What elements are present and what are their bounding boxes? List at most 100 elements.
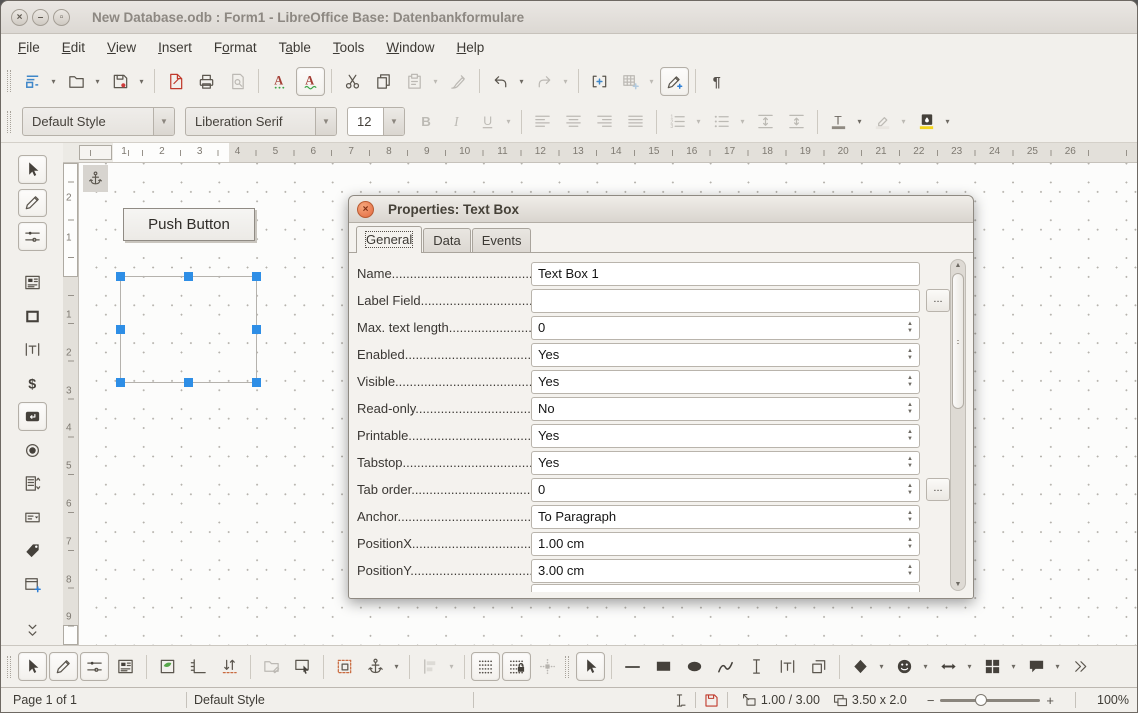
resize-handle-middle-right[interactable] (252, 325, 261, 334)
selection-mode-status[interactable] (671, 692, 688, 709)
close-window-button[interactable]: × (11, 9, 28, 26)
dialog-title-bar[interactable]: × Properties: Text Box (349, 196, 973, 223)
minimize-window-button[interactable]: – (32, 9, 49, 26)
symbol-shapes-button[interactable] (890, 652, 919, 681)
object-anchor[interactable] (83, 165, 108, 192)
vertical-line-button[interactable] (742, 652, 771, 681)
symbol-shapes-button-dropdown[interactable]: ▾ (920, 662, 931, 671)
font-size-dropdown[interactable]: ▼ (383, 108, 404, 135)
menu-view[interactable]: View (96, 36, 147, 59)
max-text-length-input[interactable]: 0▲▼ (531, 316, 920, 340)
toolbar-overflow-button[interactable] (18, 616, 47, 645)
copy-button[interactable] (369, 67, 398, 96)
line-button[interactable] (618, 652, 647, 681)
open-button-dropdown[interactable]: ▾ (92, 77, 103, 86)
visible-spinner[interactable]: ▲▼ (903, 372, 917, 392)
automatic-control-focus-button[interactable] (288, 652, 317, 681)
font-color-button[interactable]: T (824, 107, 853, 136)
menu-tools[interactable]: Tools (322, 36, 376, 59)
font-name-dropdown[interactable]: ▼ (315, 108, 336, 135)
export-pdf-button[interactable] (161, 67, 190, 96)
design-mode-button[interactable] (18, 189, 47, 218)
tab-data[interactable]: Data (423, 228, 470, 252)
font-size-combo[interactable]: 12 ▼ (347, 107, 405, 136)
zoom-level-status[interactable]: 100% (1083, 693, 1129, 707)
select-button[interactable] (18, 155, 47, 184)
printable-input[interactable]: Yes▲▼ (531, 424, 920, 448)
menu-insert[interactable]: Insert (147, 36, 203, 59)
activation-order-button[interactable] (184, 652, 213, 681)
resize-handle-middle-left[interactable] (116, 325, 125, 334)
font-color-button-dropdown[interactable]: ▾ (854, 117, 865, 126)
read-only-spinner[interactable]: ▲▼ (903, 399, 917, 419)
save-button-dropdown[interactable]: ▾ (136, 77, 147, 86)
formatted-field-button[interactable]: $ (18, 369, 47, 398)
cut-button[interactable] (338, 67, 367, 96)
spelling-button[interactable]: A (265, 67, 294, 96)
form-design-button[interactable] (18, 268, 47, 297)
toolbar-overflow-button[interactable] (1066, 652, 1095, 681)
tabstop-input[interactable]: Yes▲▼ (531, 451, 920, 475)
scroll-up-icon[interactable]: ▲ (951, 262, 965, 269)
menu-format[interactable]: Format (203, 36, 268, 59)
enabled-spinner[interactable]: ▲▼ (903, 345, 917, 365)
vertical-ruler[interactable]: 21123456789 (63, 163, 79, 645)
paragraph-style-combo[interactable]: Default Style ▼ (22, 107, 175, 136)
position-y-input[interactable]: 3.00 cm▲▼ (531, 559, 920, 583)
push-button-button[interactable] (18, 402, 47, 431)
dialog-close-button[interactable]: × (357, 201, 374, 218)
resize-handle-top-left[interactable] (116, 272, 125, 281)
tab-general[interactable]: General (356, 226, 422, 253)
position-x-spinner[interactable]: ▲▼ (903, 534, 917, 554)
insert-text-box-button[interactable] (773, 652, 802, 681)
visible-input[interactable]: Yes▲▼ (531, 370, 920, 394)
zoom-out-button[interactable]: − (921, 693, 941, 708)
document-modified-status[interactable] (703, 692, 720, 709)
zoom-in-button[interactable]: + (1040, 693, 1060, 708)
rectangle-button[interactable] (649, 652, 678, 681)
selected-text-box-control[interactable] (120, 276, 257, 383)
anchor-button-dropdown[interactable]: ▾ (391, 662, 402, 671)
menu-window[interactable]: Window (375, 36, 445, 59)
callouts-button-dropdown[interactable]: ▾ (1052, 662, 1063, 671)
menu-edit[interactable]: Edit (51, 36, 96, 59)
control-wizards-button[interactable] (80, 652, 109, 681)
undo-button[interactable] (486, 67, 515, 96)
scrollbar-thumb[interactable] (952, 273, 964, 409)
scroll-down-icon[interactable]: ▼ (951, 581, 965, 588)
background-color-button-dropdown[interactable]: ▾ (942, 117, 953, 126)
new-form-document-button[interactable] (18, 67, 47, 96)
dialog-scrollbar[interactable]: ▲ ▼ (950, 259, 966, 591)
zoom-slider[interactable]: − + (921, 693, 1060, 708)
formatting-marks-button[interactable]: ¶ (702, 67, 731, 96)
select-button[interactable] (18, 652, 47, 681)
auto-spellcheck-button[interactable]: A (296, 67, 325, 96)
paragraph-style-dropdown[interactable]: ▼ (153, 108, 174, 135)
resize-handle-bottom-left[interactable] (116, 378, 125, 387)
select-draw-button[interactable] (576, 652, 605, 681)
callouts-button[interactable] (1022, 652, 1051, 681)
menu-help[interactable]: Help (445, 36, 495, 59)
combo-box-button[interactable] (18, 503, 47, 532)
label-field-button[interactable] (18, 537, 47, 566)
block-arrows-button[interactable] (934, 652, 963, 681)
title-bar[interactable]: × – ▫ New Database.odb : Form1 - LibreOf… (1, 1, 1137, 34)
design-mode-button[interactable] (49, 652, 78, 681)
tab-events[interactable]: Events (472, 228, 532, 252)
read-only-input[interactable]: No▲▼ (531, 397, 920, 421)
add-field-button[interactable] (215, 652, 244, 681)
basic-shapes-button-dropdown[interactable]: ▾ (876, 662, 887, 671)
maximize-window-button[interactable]: ▫ (53, 9, 70, 26)
position-size-button[interactable] (330, 652, 359, 681)
tab-order-spinner[interactable]: ▲▼ (903, 480, 917, 500)
menu-file[interactable]: File (7, 36, 51, 59)
insert-frame-button[interactable] (804, 652, 833, 681)
printable-spinner[interactable]: ▲▼ (903, 426, 917, 446)
anchor-button[interactable] (361, 652, 390, 681)
undo-button-dropdown[interactable]: ▾ (516, 77, 527, 86)
page-style-status[interactable]: Default Style (194, 693, 466, 707)
more-controls-button[interactable] (18, 570, 47, 599)
resize-handle-bottom-right[interactable] (252, 378, 261, 387)
save-button[interactable] (106, 67, 135, 96)
tab-order-input[interactable]: 0▲▼ (531, 478, 920, 502)
